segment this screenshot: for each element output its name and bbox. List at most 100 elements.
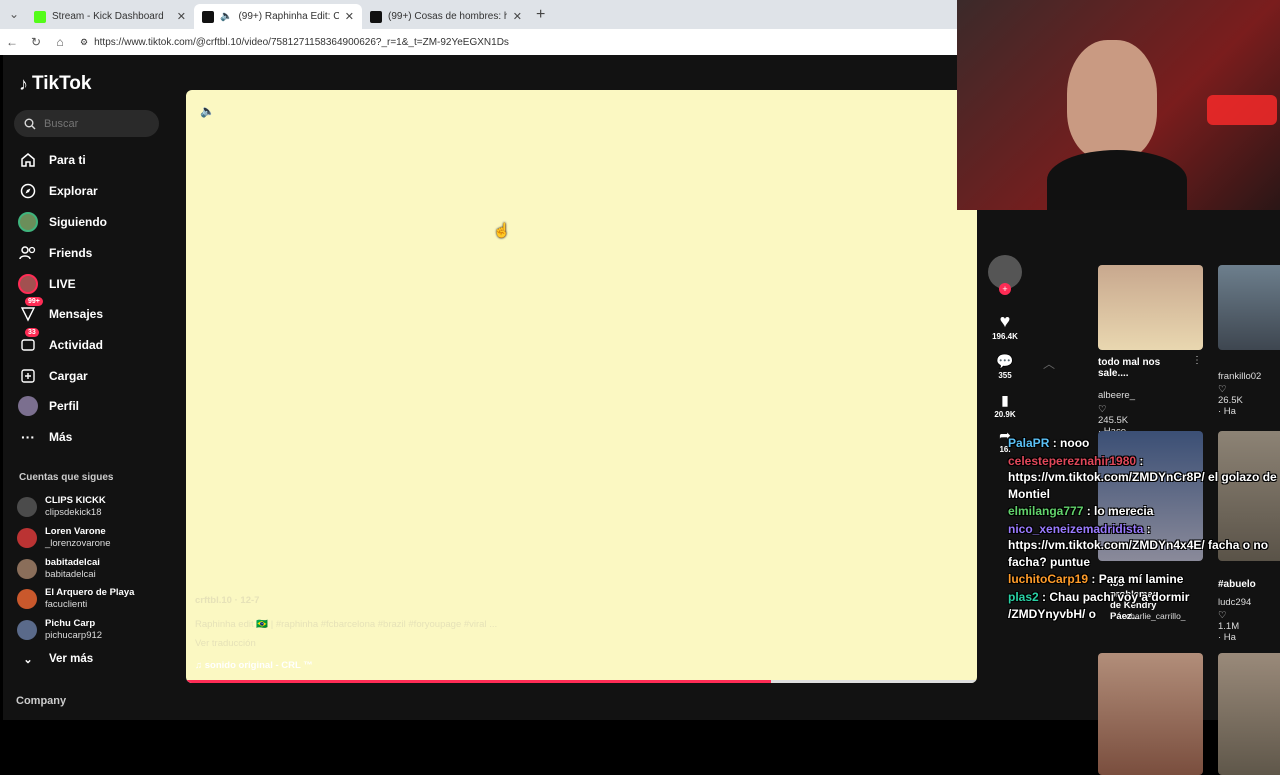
- webcam-overlay: [957, 0, 1280, 210]
- nav-para-ti[interactable]: Para ti: [17, 149, 86, 171]
- tab-title: Stream - Kick Dashboard: [52, 11, 164, 22]
- new-tab-icon[interactable]: +: [536, 6, 545, 24]
- search-box[interactable]: [14, 110, 159, 137]
- nav-mensajes[interactable]: 99+ Mensajes: [17, 297, 103, 325]
- mouse-cursor-icon: ☝: [493, 222, 511, 238]
- like-button[interactable]: ♥ 196.4K: [988, 311, 1022, 341]
- volume-icon[interactable]: 🔈: [200, 104, 215, 118]
- nav-label: Para ti: [49, 153, 86, 167]
- save-button[interactable]: ▮ 20.9K: [988, 392, 1022, 419]
- tab-kick-dashboard[interactable]: Stream - Kick Dashboard ✕: [26, 4, 194, 29]
- following-item[interactable]: babitadelcai babitadelcai: [17, 557, 100, 581]
- comment-button[interactable]: 💬 355: [988, 353, 1022, 380]
- avatar: [17, 589, 37, 609]
- more-icon: ···: [21, 429, 35, 445]
- search-input[interactable]: [44, 117, 144, 130]
- nav-label: LIVE: [49, 277, 76, 291]
- following-item[interactable]: El Arquero de Playa facuclienti: [17, 587, 134, 611]
- more-options-icon[interactable]: ⋮: [1192, 355, 1202, 366]
- video-player[interactable]: 🔈 crftbl.10 · 12-7 Raphinha edit 🇧🇷 | #r…: [186, 90, 977, 683]
- chat-message: /ZMDYnyvbH/ o: [1008, 606, 1280, 623]
- rgb-light: [1207, 95, 1277, 125]
- translate-link[interactable]: Ver traducción: [195, 638, 256, 649]
- nav-label: Siguiendo: [49, 215, 107, 229]
- nav-actividad[interactable]: 33 Actividad: [17, 328, 104, 356]
- profile-avatar-icon: [17, 395, 39, 417]
- follow-plus-icon[interactable]: +: [999, 283, 1011, 295]
- nav-explorar[interactable]: Explorar: [17, 180, 98, 202]
- search-icon: [24, 118, 36, 129]
- chat-text: nooo: [1060, 436, 1090, 450]
- streamer-body: [1047, 150, 1187, 210]
- chat-username: plas2: [1008, 589, 1039, 604]
- tab-raphinha-edit[interactable]: 🔈 (99+) Raphinha Edit: Celebratin ✕: [194, 4, 362, 29]
- video-progress-bar[interactable]: [186, 680, 977, 683]
- scroll-up-icon[interactable]: ︿: [1043, 355, 1055, 372]
- following-avatar-icon: [17, 211, 39, 233]
- chat-text: Para mí lamine: [1098, 572, 1184, 586]
- like-count: 196.4K: [992, 332, 1018, 341]
- following-username: facuclienti: [45, 599, 88, 610]
- nav-label: Friends: [49, 246, 93, 260]
- url-field[interactable]: ⚙ https://www.tiktok.com/@crftbl.10/vide…: [80, 37, 509, 48]
- related-thumb[interactable]: [1218, 653, 1280, 775]
- nav-siguiendo[interactable]: Siguiendo: [17, 211, 107, 233]
- video-author[interactable]: crftbl.10: [195, 595, 232, 606]
- bookmark-icon: ▮: [1001, 392, 1009, 408]
- stream-chat-overlay: PalaPR : nooo celestepereznahir1980 : htt…: [1008, 435, 1280, 624]
- related-thumb[interactable]: [1218, 265, 1280, 350]
- chat-text: lo merecia: [1094, 504, 1154, 518]
- close-tab-icon[interactable]: ✕: [513, 10, 522, 23]
- chat-username: elmilanga777: [1008, 504, 1084, 518]
- tab-list-chevron-icon[interactable]: ⌄: [2, 7, 26, 21]
- compass-icon: [17, 180, 39, 202]
- related-thumb[interactable]: [1098, 265, 1203, 350]
- nav-label: Cargar: [49, 369, 88, 383]
- messages-icon: 99+: [17, 297, 43, 325]
- reload-icon[interactable]: ↻: [24, 35, 48, 49]
- following-name: babitadelcai: [45, 557, 100, 568]
- tab-title: (99+) Cosas de hombres: humor y: [388, 11, 507, 22]
- music-note-icon: ♫: [195, 660, 203, 671]
- nav-friends[interactable]: Friends: [17, 242, 92, 264]
- company-link[interactable]: Company: [16, 695, 66, 707]
- avatar: [17, 620, 37, 640]
- see-more-label: Ver más: [49, 653, 94, 665]
- upload-icon: [17, 365, 39, 387]
- following-item[interactable]: Pichu Carp pichucarp912: [17, 618, 102, 642]
- nav-live[interactable]: LIVE: [17, 273, 76, 295]
- chat-text: https://vm.tiktok.com/ZMDYnCr8P/ el gola…: [1008, 470, 1277, 501]
- back-icon[interactable]: ←: [0, 35, 24, 49]
- thumb-stats-text: 1.1M · Ha: [1218, 621, 1240, 643]
- streamer-face: [1067, 40, 1157, 160]
- sound-name: sonido original - CRL ™: [204, 660, 313, 671]
- chat-username: luchitoCarp19: [1008, 572, 1089, 586]
- chat-message: luchitoCarp19 : Para mí lamine: [1008, 572, 1184, 586]
- following-item[interactable]: CLIPS KICKK clipsdekick18: [17, 495, 106, 519]
- thumb-user: frankillo02: [1218, 371, 1262, 382]
- following-item[interactable]: Loren Varone _lorenzovarone: [17, 526, 111, 550]
- nav-mas[interactable]: ··· Más: [17, 426, 72, 448]
- video-caption: Raphinha edit 🇧🇷 | #raphinha #fcbarcelon…: [195, 619, 498, 630]
- nav-cargar[interactable]: Cargar: [17, 365, 88, 387]
- tab-title: (99+) Raphinha Edit: Celebratin: [238, 11, 339, 22]
- nav-label: Actividad: [49, 338, 104, 352]
- home-icon[interactable]: ⌂: [48, 35, 72, 49]
- author-avatar[interactable]: +: [988, 255, 1022, 295]
- tab-cosas-de-hombres[interactable]: (99+) Cosas de hombres: humor y ✕: [362, 4, 530, 29]
- live-avatar-icon: [17, 273, 39, 295]
- following-section-title: Cuentas que sigues: [19, 472, 114, 483]
- sound-row[interactable]: ♫ sonido original - CRL ™: [195, 660, 313, 671]
- following-name: CLIPS KICKK: [45, 495, 106, 506]
- save-count: 20.9K: [994, 410, 1016, 419]
- activity-badge: 33: [25, 328, 39, 337]
- close-tab-icon[interactable]: ✕: [177, 10, 186, 23]
- close-tab-icon[interactable]: ✕: [345, 10, 354, 23]
- related-thumb[interactable]: [1098, 653, 1203, 775]
- nav-perfil[interactable]: Perfil: [17, 395, 79, 417]
- tiktok-logo[interactable]: ♪ TikTok: [19, 73, 91, 95]
- kick-favicon-icon: [34, 10, 46, 23]
- chat-username: nico_xeneizemadridista: [1008, 521, 1144, 536]
- see-more-button[interactable]: ⌄ Ver más: [17, 648, 93, 670]
- chat-message: PalaPR : nooo: [1008, 436, 1090, 450]
